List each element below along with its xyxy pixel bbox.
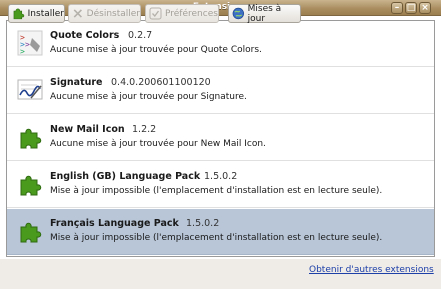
close-icon[interactable]: × <box>419 2 431 14</box>
signature-icon <box>17 79 43 100</box>
preferences-button[interactable]: Préférences <box>145 4 219 23</box>
extension-item-francais-language-pack[interactable]: Français Language Pack 1.5.0.2 Mise à jo… <box>7 209 434 255</box>
extension-name: English (GB) Language Pack <box>50 171 201 182</box>
install-label: Installer <box>27 8 64 19</box>
minimize-icon[interactable]: – <box>391 2 403 14</box>
extension-item-english-gb-language-pack[interactable]: English (GB) Language Pack 1.5.0.2 Mise … <box>7 162 434 208</box>
extension-version: 0.4.0.200601100120 <box>111 77 211 88</box>
window-title: Extensions <box>192 2 249 12</box>
extension-status: Aucune mise à jour trouvée pour Signatur… <box>50 92 247 102</box>
extensions-list[interactable]: > > > > Quote Colors 0.2.7 Aucune mise à… <box>6 20 435 257</box>
preferences-label: Préférences <box>165 8 218 19</box>
extension-status: Aucune mise à jour trouvée pour Quote Co… <box>50 45 262 55</box>
extension-status: Aucune mise à jour trouvée pour New Mail… <box>50 139 266 149</box>
uninstall-button[interactable]: Désinstaller <box>68 4 141 23</box>
extension-item-new-mail-icon[interactable]: New Mail Icon 1.2.2 Aucune mise à jour t… <box>7 115 434 161</box>
extension-version: 1.5.0.2 <box>204 171 238 182</box>
extension-version: 1.2.2 <box>132 124 157 135</box>
extension-item-quote-colors[interactable]: > > > > Quote Colors 0.2.7 Aucune mise à… <box>7 21 434 67</box>
install-button[interactable]: Installer <box>8 4 65 23</box>
quote-colors-icon: > > > > <box>17 30 43 56</box>
install-icon <box>13 8 25 20</box>
extension-version: 1.5.0.2 <box>186 218 220 229</box>
svg-text:>: > <box>20 47 25 56</box>
svg-text:>: > <box>25 40 30 49</box>
extension-status: Mise à jour impossible (l'emplacement d'… <box>50 233 383 243</box>
puzzle-piece-icon <box>20 128 42 149</box>
puzzle-piece-icon <box>20 175 42 196</box>
check-updates-label: Mises à jour <box>247 3 282 24</box>
get-more-extensions-link[interactable]: Obtenir d'autres extensions <box>309 265 434 275</box>
preferences-icon <box>149 7 162 20</box>
extension-item-signature[interactable]: Signature 0.4.0.200601100120 Aucune mise… <box>7 68 434 114</box>
globe-update-icon <box>232 7 245 20</box>
puzzle-piece-icon <box>20 222 42 243</box>
extension-name: Signature <box>50 77 103 88</box>
uninstall-label: Désinstaller <box>86 8 140 19</box>
extension-version: 0.2.7 <box>128 30 153 41</box>
check-updates-button[interactable]: Mises à jour <box>228 3 301 24</box>
extension-status: Mise à jour impossible (l'emplacement d'… <box>50 186 383 196</box>
maximize-icon[interactable]: □ <box>405 2 417 14</box>
extension-name: New Mail Icon <box>50 124 125 135</box>
extension-name: Quote Colors <box>50 30 120 41</box>
title-bar[interactable]: Extensions – □ × <box>0 0 441 16</box>
extension-name: Français Language Pack <box>50 218 179 229</box>
uninstall-icon <box>73 9 82 18</box>
